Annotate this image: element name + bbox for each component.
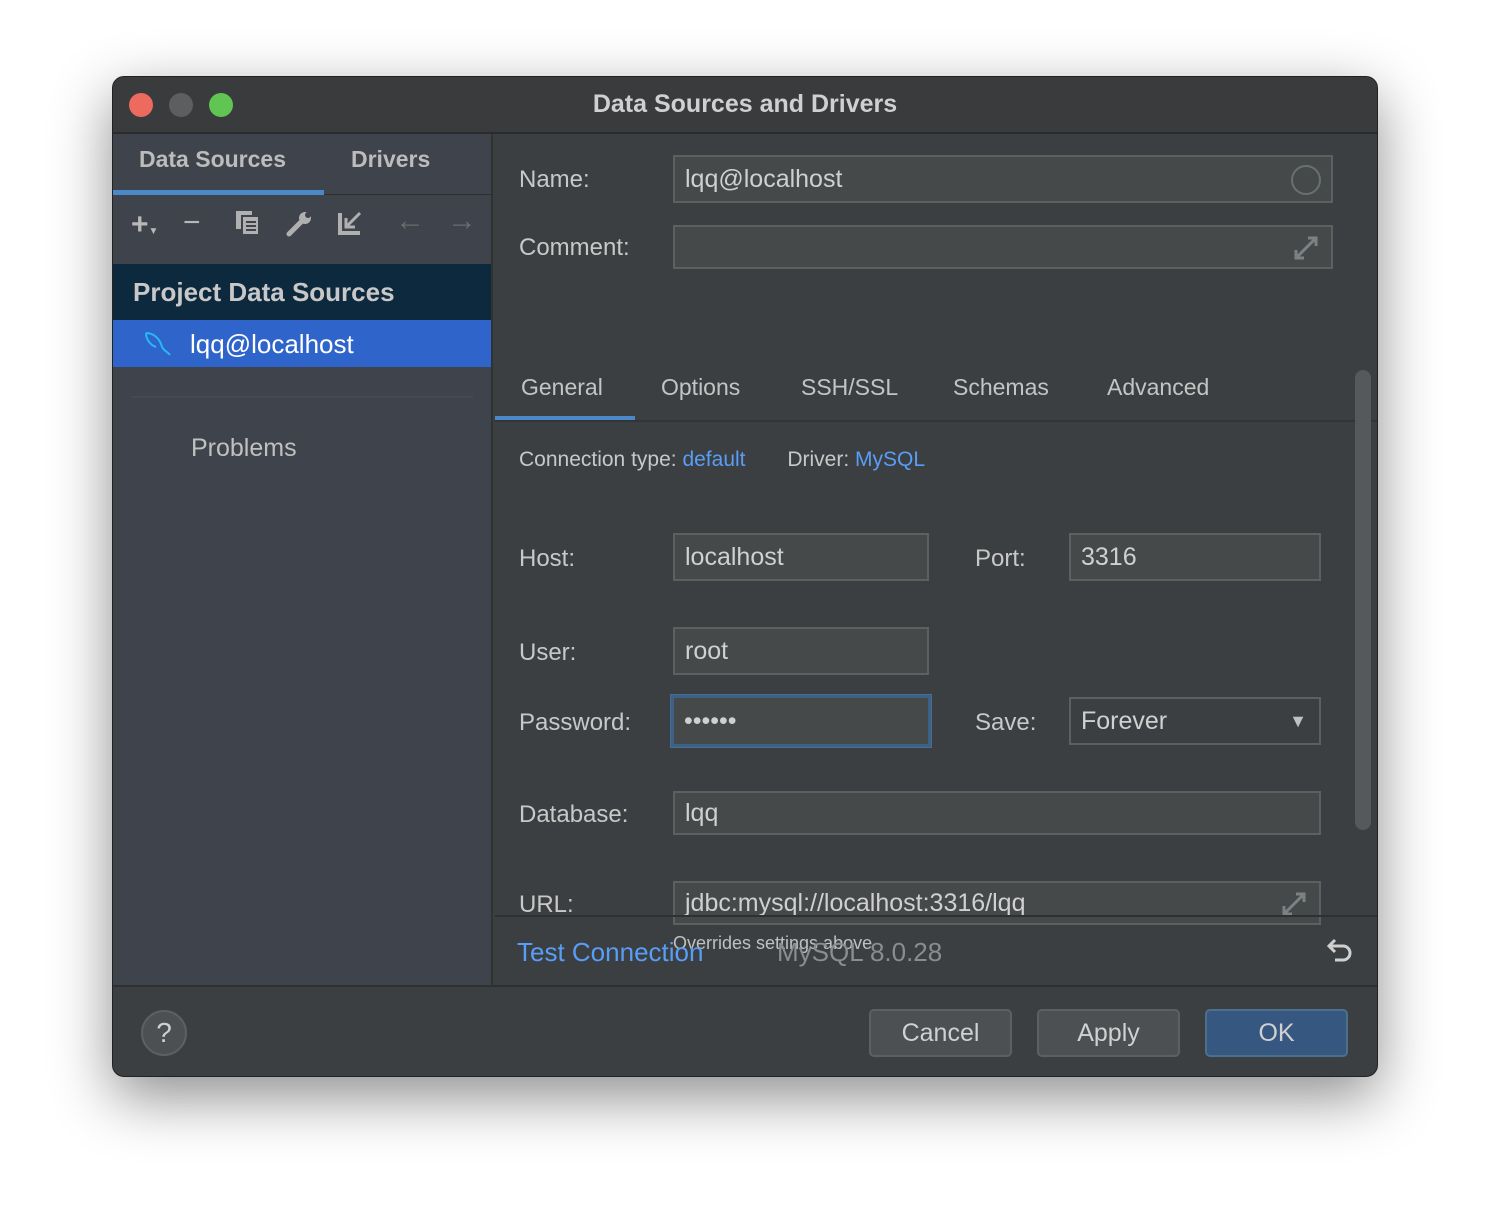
url-input[interactable]: jdbc:mysql://localhost:3316/lqq: [673, 881, 1321, 925]
back-arrow-icon[interactable]: ←: [395, 204, 425, 238]
title-bar: Data Sources and Drivers: [113, 77, 1377, 134]
user-value: root: [685, 636, 729, 665]
left-panel: Data Sources Drivers +▼ − ← → Project Da…: [113, 134, 493, 986]
scrollbar[interactable]: [1355, 370, 1371, 830]
password-label: Password:: [519, 709, 632, 736]
tab-general[interactable]: General: [521, 374, 603, 401]
divider: [113, 985, 1377, 987]
remove-icon[interactable]: −: [183, 206, 201, 240]
add-icon[interactable]: +▼: [131, 208, 158, 242]
connection-type-link[interactable]: default: [682, 448, 745, 471]
group-label: Project Data Sources: [133, 277, 395, 307]
name-label: Name:: [519, 166, 590, 193]
name-value: lqq@localhost: [685, 164, 843, 193]
wrench-icon[interactable]: [285, 210, 313, 243]
driver-label: Driver:: [787, 448, 850, 471]
problems-item[interactable]: Problems: [191, 434, 297, 463]
host-input[interactable]: localhost: [673, 533, 929, 581]
test-connection-text[interactable]: Test Connection: [517, 937, 703, 967]
window-title: Data Sources and Drivers: [592, 90, 898, 118]
driver-version: MySQL 8.0.28: [777, 937, 943, 967]
test-connection-link[interactable]: Test Connection: [517, 937, 703, 968]
port-label: Port:: [975, 545, 1026, 572]
save-label: Save:: [975, 709, 1037, 736]
tab-ssh-ssl[interactable]: SSH/SSL: [801, 374, 898, 401]
save-value: Forever: [1081, 706, 1168, 735]
save-dropdown[interactable]: Forever ▼: [1069, 697, 1321, 745]
mysql-dolphin-icon: [145, 332, 171, 356]
expand-icon[interactable]: [1281, 891, 1307, 917]
host-value: localhost: [685, 542, 784, 571]
port-value: 3316: [1081, 542, 1137, 571]
name-input[interactable]: lqq@localhost: [673, 155, 1333, 203]
password-input[interactable]: ••••••: [670, 694, 932, 748]
right-panel: Name: lqq@localhost Comment: General Opt…: [495, 134, 1377, 986]
data-source-label: lqq@localhost: [190, 329, 354, 359]
tab-data-sources[interactable]: Data Sources: [139, 146, 286, 173]
tab-advanced[interactable]: Advanced: [1107, 374, 1209, 401]
port-input[interactable]: 3316: [1069, 533, 1321, 581]
connection-info: Connection type: default Driver: MySQL: [519, 448, 925, 472]
host-label: Host:: [519, 545, 576, 572]
group-header: Project Data Sources: [113, 264, 491, 320]
chevron-down-icon: ▼: [1289, 711, 1307, 731]
divider: [495, 420, 1377, 422]
dialog-window: Data Sources and Drivers Data Sources Dr…: [112, 76, 1378, 1077]
divider: [324, 194, 493, 195]
password-value: ••••••: [684, 706, 737, 735]
database-input[interactable]: lqq: [673, 791, 1321, 835]
tab-drivers[interactable]: Drivers: [351, 146, 430, 173]
forward-arrow-icon[interactable]: →: [447, 204, 477, 238]
database-value: lqq: [685, 798, 719, 827]
url-value: jdbc:mysql://localhost:3316/lqq: [685, 888, 1026, 917]
duplicate-icon[interactable]: [235, 210, 261, 241]
user-input[interactable]: root: [673, 627, 929, 675]
driver-link[interactable]: MySQL: [855, 448, 925, 471]
tab-schemas[interactable]: Schemas: [953, 374, 1049, 401]
comment-input[interactable]: [673, 225, 1333, 269]
apply-button[interactable]: Apply: [1037, 1009, 1180, 1057]
database-label: Database:: [519, 801, 629, 828]
data-source-item[interactable]: lqq@localhost: [113, 320, 491, 367]
ok-button[interactable]: OK: [1205, 1009, 1348, 1057]
comment-label: Comment:: [519, 234, 630, 261]
import-icon[interactable]: [337, 210, 363, 241]
revert-icon[interactable]: [1325, 936, 1355, 966]
cancel-button[interactable]: Cancel: [869, 1009, 1012, 1057]
user-label: User:: [519, 639, 577, 666]
color-circle-icon[interactable]: [1291, 165, 1321, 195]
tab-options[interactable]: Options: [661, 374, 740, 401]
connection-type-label: Connection type:: [519, 448, 677, 471]
expand-icon[interactable]: [1293, 235, 1319, 261]
help-button[interactable]: ?: [141, 1010, 187, 1056]
divider: [131, 396, 473, 398]
tab-underline: [113, 190, 324, 195]
